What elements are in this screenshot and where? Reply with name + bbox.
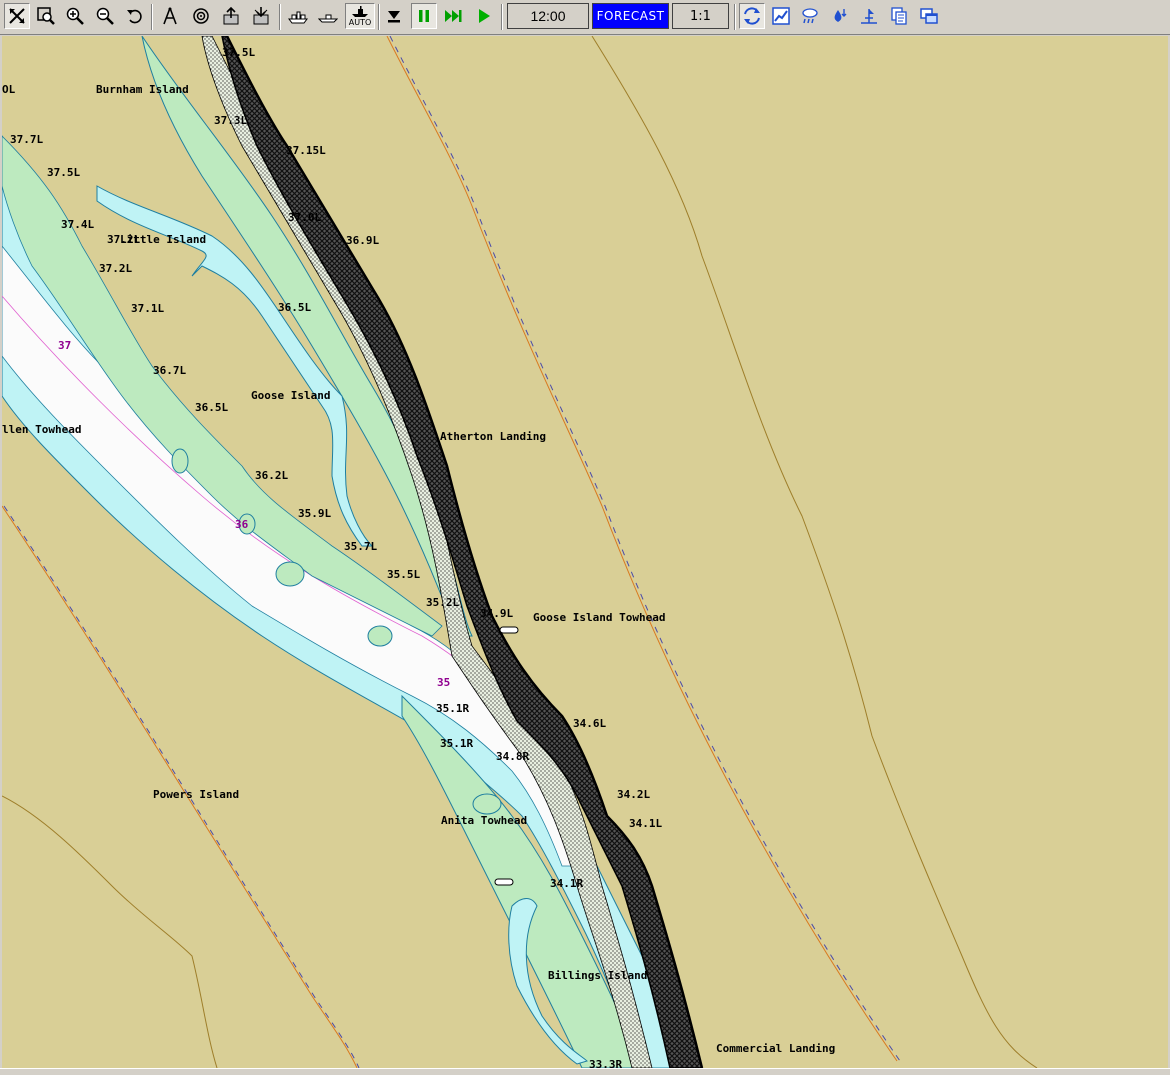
small-island <box>367 625 393 647</box>
select-tool-icon <box>9 8 25 24</box>
place-label: Goose Island <box>251 389 331 402</box>
mile-marker: 37.2L <box>99 262 133 275</box>
pause-button[interactable] <box>411 3 437 29</box>
zoom-window-button[interactable] <box>33 3 59 29</box>
load-icon <box>223 6 239 25</box>
mile-marker: 37.0L <box>288 211 322 224</box>
undo-view-button[interactable] <box>122 3 148 29</box>
mile-marker: 36.7L <box>153 364 187 377</box>
target-button[interactable] <box>188 3 214 29</box>
zoom-in-icon <box>66 7 84 25</box>
mile-marker: 35.2L <box>426 596 460 609</box>
mile-marker: 35.1R <box>440 737 474 750</box>
map-canvas <box>2 36 1168 1068</box>
place-label: Commercial Landing <box>716 1042 836 1055</box>
step-to-end-button[interactable] <box>381 3 407 29</box>
place-label: llen Towhead <box>2 423 82 436</box>
target-icon <box>193 8 209 24</box>
mile-marker: 35.5L <box>387 568 421 581</box>
mile-marker: 33.3R <box>589 1058 623 1069</box>
place-label: Burnham Island <box>96 83 189 96</box>
water-level-button[interactable] <box>827 3 853 29</box>
buoy-symbol <box>499 626 519 634</box>
mile-marker: 37.7L <box>10 133 44 146</box>
auto-vessel-button[interactable]: AUTO <box>345 3 375 29</box>
mile-marker: 37.15L <box>286 144 326 157</box>
mile-marker: 34.9L <box>480 607 514 620</box>
mile-marker: 37.5L <box>47 166 81 179</box>
pause-icon <box>419 10 429 22</box>
toolbar: AUTO 12:00 FORECAST 1:1 <box>0 0 1170 35</box>
mile-marker: 34.6L <box>573 717 607 730</box>
time-display[interactable]: 12:00 <box>507 3 589 29</box>
buoy-symbol <box>494 878 514 886</box>
mile-marker: 37.3L <box>214 114 248 127</box>
vessel-button[interactable] <box>285 3 311 29</box>
auto-label: AUTO <box>348 18 372 27</box>
windows-icon <box>920 8 938 24</box>
fast-forward-button[interactable] <box>441 3 467 29</box>
mile-marker: 36.5L <box>195 401 229 414</box>
place-label: OL <box>2 83 16 96</box>
mile-marker: 35.7L <box>344 540 378 553</box>
mile-marker: 37.5L <box>222 46 256 59</box>
forecast-button[interactable]: FORECAST <box>592 3 669 29</box>
mile-marker: 36.2L <box>255 469 289 482</box>
water-level-icon <box>834 9 847 22</box>
chart-graph-icon <box>772 7 790 25</box>
place-label: Powers Island <box>153 788 240 801</box>
scale-display[interactable]: 1:1 <box>672 3 729 29</box>
zoom-out-button[interactable] <box>92 3 118 29</box>
load-button[interactable] <box>218 3 244 29</box>
sync-icon <box>744 7 760 25</box>
copy-pages-button[interactable] <box>886 3 912 29</box>
depth-label: 35 <box>437 676 451 689</box>
small-island <box>171 448 189 474</box>
mile-marker: 34.1L <box>629 817 663 830</box>
select-tool-button[interactable] <box>4 3 30 29</box>
boat-button[interactable] <box>315 3 341 29</box>
mile-marker: 35.1R <box>436 702 470 715</box>
undo-view-icon <box>127 9 142 24</box>
chart-graph-button[interactable] <box>768 3 794 29</box>
measure-tool-button[interactable] <box>157 3 183 29</box>
save-icon <box>253 7 269 25</box>
zoom-out-icon <box>96 7 114 25</box>
copy-pages-icon <box>891 7 907 25</box>
zoom-window-icon <box>37 7 55 25</box>
fast-forward-icon <box>445 10 462 22</box>
small-island <box>275 561 305 587</box>
mile-marker: 34.8R <box>496 750 530 763</box>
boat-icon <box>318 14 338 23</box>
step-to-end-icon <box>388 11 400 23</box>
sync-button[interactable] <box>739 3 765 29</box>
mile-marker: 35.9L <box>298 507 332 520</box>
mile-marker: 36.9L <box>346 234 380 247</box>
place-label: Anita Towhead <box>441 814 528 827</box>
depth-label: 36 <box>235 518 249 531</box>
mile-marker: 37.4L <box>61 218 95 231</box>
mile-marker: 37.2L <box>107 233 141 246</box>
measure-tool-icon <box>163 7 177 25</box>
mile-marker: 36.5L <box>278 301 312 314</box>
place-label: Atherton Landing <box>440 430 546 443</box>
place-label: Goose Island Towhead <box>533 611 666 624</box>
place-label: Billings Island <box>548 969 648 982</box>
small-island <box>472 793 502 815</box>
weather-button[interactable] <box>797 3 823 29</box>
weather-icon <box>802 8 818 24</box>
mile-marker: 34.2L <box>617 788 651 801</box>
chart-map[interactable]: OL Burnham Island Little Island Goose Is… <box>2 36 1168 1068</box>
play-button[interactable] <box>471 3 497 29</box>
mile-marker: 34.1R <box>550 877 584 890</box>
navigation-icon <box>861 9 877 24</box>
windows-button[interactable] <box>916 3 942 29</box>
navigation-button[interactable] <box>856 3 882 29</box>
play-icon <box>479 9 490 23</box>
depth-label: 37 <box>58 339 72 352</box>
zoom-in-button[interactable] <box>62 3 88 29</box>
mile-marker: 37.1L <box>131 302 165 315</box>
vessel-icon <box>288 11 308 24</box>
save-button[interactable] <box>248 3 274 29</box>
